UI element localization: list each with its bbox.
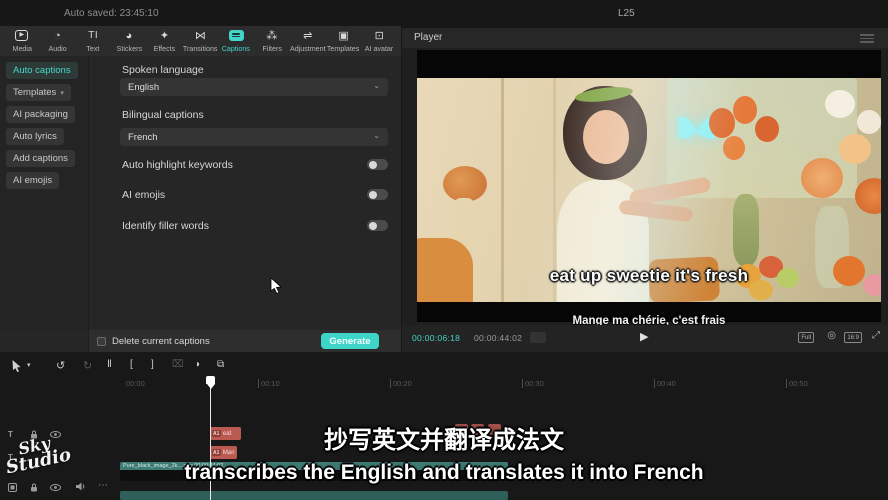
sidebar-item-ai-packaging[interactable]: AI packaging [6, 106, 75, 123]
chevron-down-icon: ▾ [60, 90, 64, 97]
tab-stickers[interactable]: ◕ Stickers [111, 30, 147, 53]
tab-audio[interactable]: ◔ Audio [40, 30, 76, 53]
video-editor-window: Auto saved: 23:45:10 L25 ▶ Media ◔ Audio… [0, 0, 888, 500]
filler-words-label: Identify filler words [122, 220, 209, 232]
spoken-language-label: Spoken language [122, 64, 204, 76]
tab-transitions[interactable]: ⋈ Transitions [182, 30, 218, 53]
delete-icon[interactable]: ⌧ [172, 359, 184, 370]
ai-emojis-label: AI emojis [122, 189, 165, 201]
subtitle-chinese: 抄写英文并翻译成法文 [0, 420, 888, 455]
captions-sidebar: Auto captions Templates▾ AI packaging Au… [0, 56, 88, 330]
undo-icon[interactable]: ↺ [56, 359, 65, 372]
tab-templates[interactable]: ▣ Templates [326, 30, 362, 53]
tab-captions[interactable]: Captions [218, 30, 254, 53]
effects-icon: ✦ [160, 30, 169, 43]
auto-highlight-toggle[interactable] [367, 159, 388, 170]
trim-right-icon[interactable]: ] [151, 359, 154, 370]
overlay-icon[interactable]: ⧉ [217, 359, 224, 370]
audio-track-clip[interactable] [120, 491, 508, 500]
filters-icon: ⁂ [266, 30, 277, 43]
generate-button[interactable]: Generate [321, 333, 379, 349]
auto-highlight-label: Auto highlight keywords [122, 159, 233, 171]
adjustment-icon: ⇌ [303, 30, 312, 43]
tab-ai-avatar[interactable]: ⊡ AI avatar [361, 30, 397, 53]
project-title: L25 [618, 8, 635, 19]
mask-icon[interactable]: ◗ [195, 359, 201, 370]
bilingual-captions-select[interactable]: French ⌄ [120, 128, 388, 146]
auto-captions-form: Spoken language English ⌄ Bilingual capt… [88, 56, 401, 330]
audio-icon: ◔ [54, 30, 61, 43]
play-button[interactable]: ▶ [640, 330, 648, 343]
player-menu-icon[interactable] [860, 34, 874, 45]
sidebar-item-auto-captions[interactable]: Auto captions [6, 62, 78, 79]
player-header: Player [402, 28, 888, 48]
tab-media[interactable]: ▶ Media [4, 30, 40, 53]
sidebar-item-add-captions[interactable]: Add captions [6, 150, 75, 167]
chevron-down-icon: ⌄ [373, 131, 380, 140]
media-icon: ▶ [15, 30, 28, 43]
sidebar-item-ai-emojis[interactable]: AI emojis [6, 172, 59, 189]
select-tool-chevron[interactable]: ▾ [27, 361, 31, 369]
duration-timecode: 00:00:44:02 [474, 333, 522, 343]
redo-icon[interactable]: ↻ [83, 359, 92, 372]
player-panel: Player [402, 28, 888, 352]
player-title: Player [414, 32, 442, 43]
tab-adjustment[interactable]: ⇌ Adjustment [290, 30, 326, 53]
panel-footer: Delete current captions Generate [88, 330, 401, 352]
track3-visibility-icon[interactable] [50, 484, 61, 491]
delete-captions-checkbox[interactable] [97, 337, 106, 346]
tab-text[interactable]: TI Text [75, 30, 111, 53]
aspect-ratio-button[interactable]: 16:9 [844, 332, 862, 343]
chevron-down-icon: ⌄ [373, 81, 380, 90]
fit-screen-icon[interactable]: ◎ [827, 330, 836, 341]
mouse-cursor [270, 278, 282, 294]
trim-left-icon[interactable]: [ [130, 359, 133, 370]
timecode-chip[interactable] [530, 332, 546, 343]
video-footage: eat up sweetie it's fresh [417, 78, 881, 302]
quality-button[interactable]: Full [798, 332, 814, 343]
ai-emojis-toggle[interactable] [367, 189, 388, 200]
tab-effects[interactable]: ✦ Effects [147, 30, 183, 53]
delete-captions-label: Delete current captions [112, 336, 210, 347]
sidebar-item-templates[interactable]: Templates▾ [6, 84, 71, 101]
split-icon[interactable]: Ⅱ [107, 359, 112, 370]
video-preview[interactable]: eat up sweetie it's fresh Mange ma chéri… [417, 50, 881, 322]
select-tool-icon[interactable] [11, 360, 22, 372]
playhead-handle[interactable] [205, 376, 216, 389]
transitions-icon: ⋈ [195, 30, 206, 43]
bilingual-captions-label: Bilingual captions [122, 109, 204, 121]
stickers-icon: ◕ [126, 30, 133, 43]
captions-panel: Auto captions Templates▾ AI packaging Au… [0, 56, 401, 352]
main-toolbar: ▶ Media ◔ Audio TI Text ◕ Stickers ✦ Eff… [0, 26, 401, 56]
fullscreen-icon[interactable]: ⤢ [872, 330, 880, 341]
timeline-ruler[interactable]: 00:00 00:10 00:20 00:30 00:40 00:50 [0, 376, 888, 390]
video-caption-primary: eat up sweetie it's fresh [417, 266, 881, 286]
text-icon: TI [88, 30, 98, 43]
ai-avatar-icon: ⊡ [375, 30, 384, 43]
tab-filters[interactable]: ⁂ Filters [254, 30, 290, 53]
autosave-status: Auto saved: 23:45:10 [64, 8, 159, 19]
player-controls: 00:00:06:18 00:00:44:02 ▶ Full ◎ 16:9 ⤢ [402, 325, 888, 352]
spoken-language-select[interactable]: English ⌄ [120, 78, 388, 96]
current-timecode: 00:00:06:18 [412, 333, 460, 343]
filler-words-toggle[interactable] [367, 220, 388, 231]
sidebar-item-auto-lyrics[interactable]: Auto lyrics [6, 128, 64, 145]
captions-icon [229, 30, 244, 43]
subtitle-english: transcribes the English and translates i… [0, 461, 888, 485]
templates-icon: ▣ [338, 30, 348, 43]
